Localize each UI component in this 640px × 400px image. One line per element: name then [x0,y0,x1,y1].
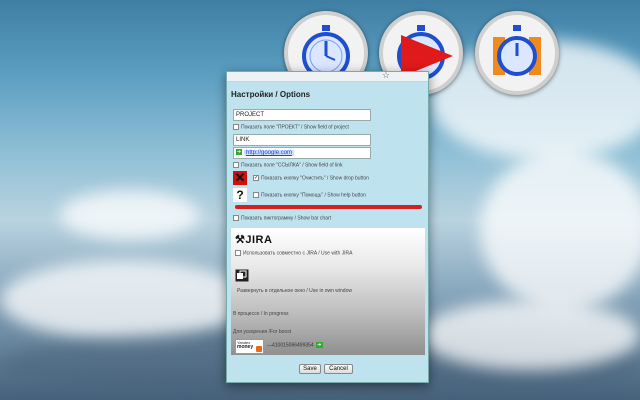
new-window-icon[interactable] [235,269,249,282]
clear-icon: ✕ [233,170,247,185]
integration-section: ⚒JIRA Использовать совместно с JIRA / Us… [231,228,425,355]
window-titlebar: ☆ [227,70,428,82]
background-cloud [0,260,250,340]
go-arrow-icon[interactable]: ➜ [236,149,242,156]
project-input[interactable]: PROJECT [233,109,371,121]
in-progress-label: В процессе / In progress [233,311,289,317]
use-jira-row: Использовать совместно с JIRA / Use with… [235,250,352,256]
pause-stopwatch-icon [493,25,541,76]
link-url-field[interactable]: ➜ http://google.com [233,147,371,159]
background-cloud [60,190,200,240]
options-window: ☆ Настройки / Options PROJECT Показать п… [226,70,429,383]
pause-badge [475,11,559,95]
progress-red-segment [235,205,422,209]
own-window-label: Развернуть в отдельное окно / Use in own… [237,288,352,294]
boost-label: Для ускорения /For boost [233,329,292,335]
star-icon[interactable]: ☆ [382,70,390,81]
wallet-row: —410015066499354 ➜ [267,342,323,348]
show-project-checkbox[interactable] [233,124,239,130]
yandex-money-logo[interactable]: Yandex money [235,339,264,354]
yandex-money-icon [256,346,262,352]
help-icon: ? [233,188,247,202]
show-help-checkbox[interactable] [253,192,259,198]
use-jira-checkbox[interactable] [235,250,241,256]
copy-icon[interactable]: ➜ [315,342,323,348]
show-project-row: Показать поле "ПРОЕКТ" / Show field of p… [233,124,349,130]
link-input[interactable]: LINK [233,134,371,146]
show-clear-row: ✓ Показать кнопку "Очистить" / Show drop … [253,175,369,182]
show-link-checkbox[interactable] [233,162,239,168]
progress-bar [235,205,422,209]
save-button[interactable]: Save [299,364,321,374]
show-chart-checkbox[interactable] [233,215,239,221]
general-options-section: Настройки / Options PROJECT Показать пол… [231,84,425,224]
wallet-number: —410015066499354 [267,342,314,349]
background-cloud [420,300,640,370]
options-content: Настройки / Options PROJECT Показать пол… [231,84,425,355]
show-link-row: Показать поле "ССЫЛКА" / Show field of l… [233,162,343,168]
link-url[interactable]: http://google.com [244,150,295,156]
options-title: Настройки / Options [231,90,311,99]
show-chart-row: Показать пиктограмму / Show bar chart [233,215,331,221]
jira-logo: ⚒JIRA [235,234,273,246]
background-cloud [480,150,640,310]
show-help-row: Показать кнопку "Помощь" / Show help but… [253,192,366,198]
cancel-button[interactable]: Cancel [324,364,353,374]
show-clear-checkbox[interactable]: ✓ [253,175,259,181]
